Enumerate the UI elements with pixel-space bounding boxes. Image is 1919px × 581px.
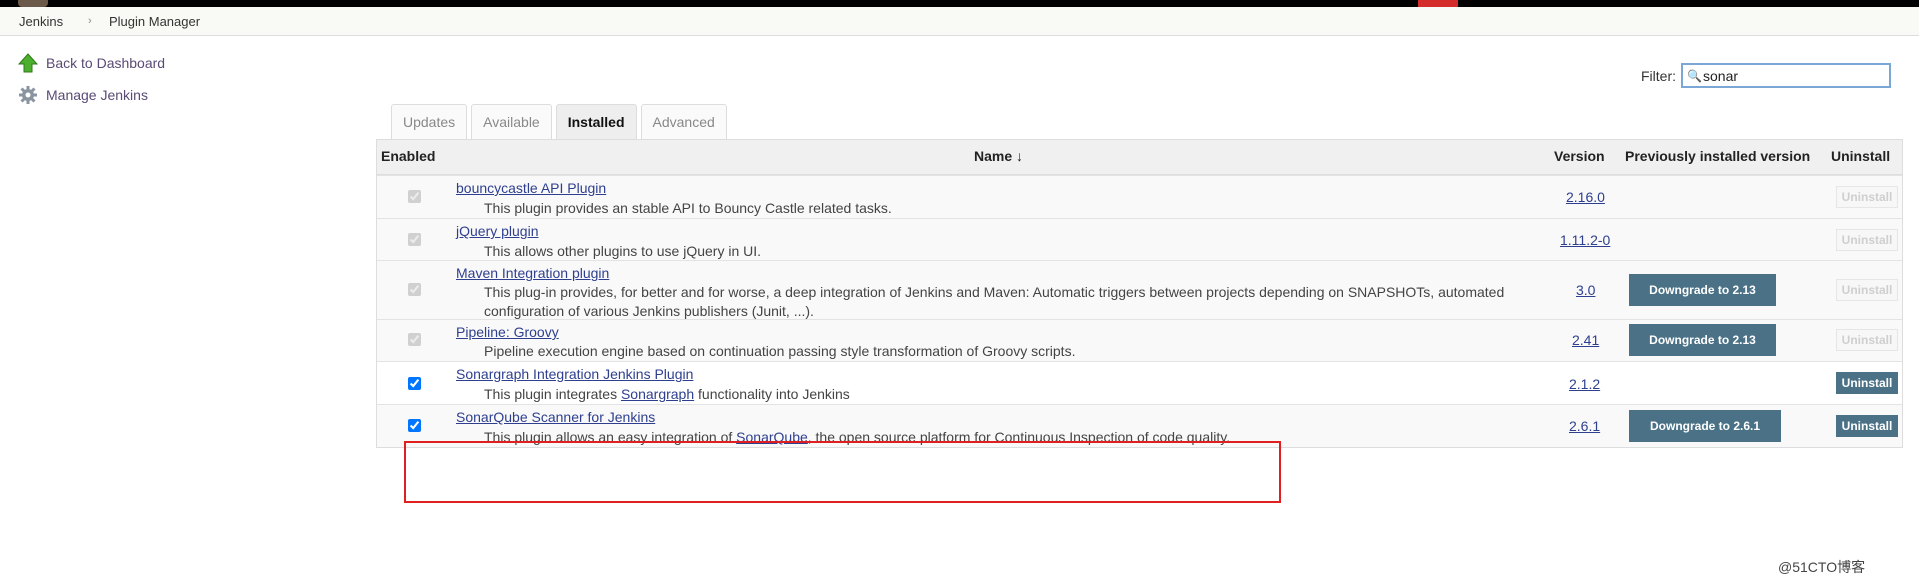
sonargraph-link[interactable]: Sonargraph — [621, 386, 694, 402]
up-arrow-icon — [18, 53, 38, 73]
sidebar-item-label[interactable]: Back to Dashboard — [46, 55, 165, 71]
filter-field[interactable]: 🔍 — [1681, 63, 1891, 88]
version-link[interactable]: 1.11.2-0 — [1560, 232, 1610, 248]
version-link[interactable]: 2.6.1 — [1569, 418, 1600, 434]
downgrade-button[interactable]: Downgrade to 2.13 — [1629, 324, 1776, 356]
plugin-description: This allows other plugins to use jQuery … — [484, 243, 762, 259]
table-row: bouncycastle API Plugin This plugin prov… — [377, 175, 1902, 218]
table-row: Sonargraph Integration Jenkins Plugin Th… — [377, 361, 1902, 404]
installed-plugins-table: Enabled Name ↓ Version Previously instal… — [376, 139, 1903, 448]
table-row: jQuery plugin This allows other plugins … — [377, 218, 1902, 260]
plugin-name-link[interactable]: Sonargraph Integration Jenkins Plugin — [456, 366, 693, 382]
enabled-checkbox[interactable] — [408, 419, 421, 432]
plugin-name-link[interactable]: Maven Integration plugin — [456, 265, 609, 281]
uninstall-button[interactable]: Uninstall — [1836, 415, 1898, 437]
uninstall-button[interactable]: Uninstall — [1836, 229, 1898, 251]
plugin-name-link[interactable]: bouncycastle API Plugin — [456, 180, 606, 196]
version-link[interactable]: 2.1.2 — [1569, 376, 1600, 392]
column-header-enabled[interactable]: Enabled — [381, 148, 435, 164]
gear-icon — [18, 85, 38, 105]
version-link[interactable]: 2.41 — [1572, 332, 1599, 348]
column-header-version[interactable]: Version — [1554, 148, 1605, 164]
plugin-name-link[interactable]: Pipeline: Groovy — [456, 324, 559, 340]
enabled-checkbox[interactable] — [408, 333, 421, 346]
sidebar-item-back-to-dashboard[interactable]: Back to Dashboard — [18, 51, 165, 75]
watermark: @51CTO博客 — [1778, 559, 1866, 575]
enabled-checkbox[interactable] — [408, 377, 421, 390]
breadcrumb-separator: › — [88, 15, 92, 27]
breadcrumb-plugin-manager[interactable]: Plugin Manager — [109, 14, 200, 29]
uninstall-button[interactable]: Uninstall — [1836, 372, 1898, 394]
plugin-description: This plugin provides an stable API to Bo… — [484, 200, 892, 216]
sidebar-item-manage-jenkins[interactable]: Manage Jenkins — [18, 83, 148, 107]
sidebar-item-label[interactable]: Manage Jenkins — [46, 87, 148, 103]
uninstall-button[interactable]: Uninstall — [1836, 329, 1898, 351]
table-header: Enabled Name ↓ Version Previously instal… — [377, 140, 1902, 175]
enabled-checkbox[interactable] — [408, 190, 421, 203]
downgrade-button[interactable]: Downgrade to 2.13 — [1629, 274, 1776, 306]
table-row: Pipeline: Groovy Pipeline execution engi… — [377, 319, 1902, 361]
version-link[interactable]: 3.0 — [1576, 282, 1595, 298]
uninstall-button[interactable]: Uninstall — [1836, 186, 1898, 208]
breadcrumb: Jenkins › Plugin Manager — [0, 7, 1919, 36]
tab-available[interactable]: Available — [471, 104, 552, 139]
plugin-description: Pipeline execution engine based on conti… — [484, 343, 1076, 359]
column-header-uninstall[interactable]: Uninstall — [1831, 148, 1890, 164]
jenkins-logo[interactable] — [18, 0, 48, 7]
tab-installed[interactable]: Installed — [555, 104, 637, 139]
downgrade-button[interactable]: Downgrade to 2.6.1 — [1629, 410, 1781, 442]
plugin-name-link[interactable]: SonarQube Scanner for Jenkins — [456, 409, 655, 425]
top-header-bar — [0, 0, 1919, 7]
column-header-previous-version[interactable]: Previously installed version — [1625, 148, 1810, 164]
breadcrumb-jenkins[interactable]: Jenkins — [19, 14, 63, 29]
filter-label: Filter: — [1641, 68, 1676, 84]
plugin-description: This plugin integrates Sonargraph functi… — [484, 386, 850, 402]
filter-input[interactable] — [1701, 67, 1885, 84]
enabled-checkbox[interactable] — [408, 233, 421, 246]
search-icon: 🔍 — [1687, 68, 1702, 83]
tab-advanced[interactable]: Advanced — [640, 104, 727, 139]
tab-updates[interactable]: Updates — [391, 104, 468, 139]
uninstall-button[interactable]: Uninstall — [1836, 279, 1898, 301]
plugin-description-line-1: This plug-in provides, for better and fo… — [484, 284, 1505, 300]
column-header-name[interactable]: Name ↓ — [974, 148, 1023, 164]
plugin-tabs: Updates Available Installed Advanced — [391, 104, 731, 139]
highlight-box — [404, 441, 1281, 503]
header-red-indicator — [1418, 0, 1458, 7]
version-link[interactable]: 2.16.0 — [1566, 189, 1605, 205]
table-row: Maven Integration plugin This plug-in pr… — [377, 260, 1902, 319]
plugin-name-link[interactable]: jQuery plugin — [456, 223, 539, 239]
enabled-checkbox[interactable] — [408, 283, 421, 296]
